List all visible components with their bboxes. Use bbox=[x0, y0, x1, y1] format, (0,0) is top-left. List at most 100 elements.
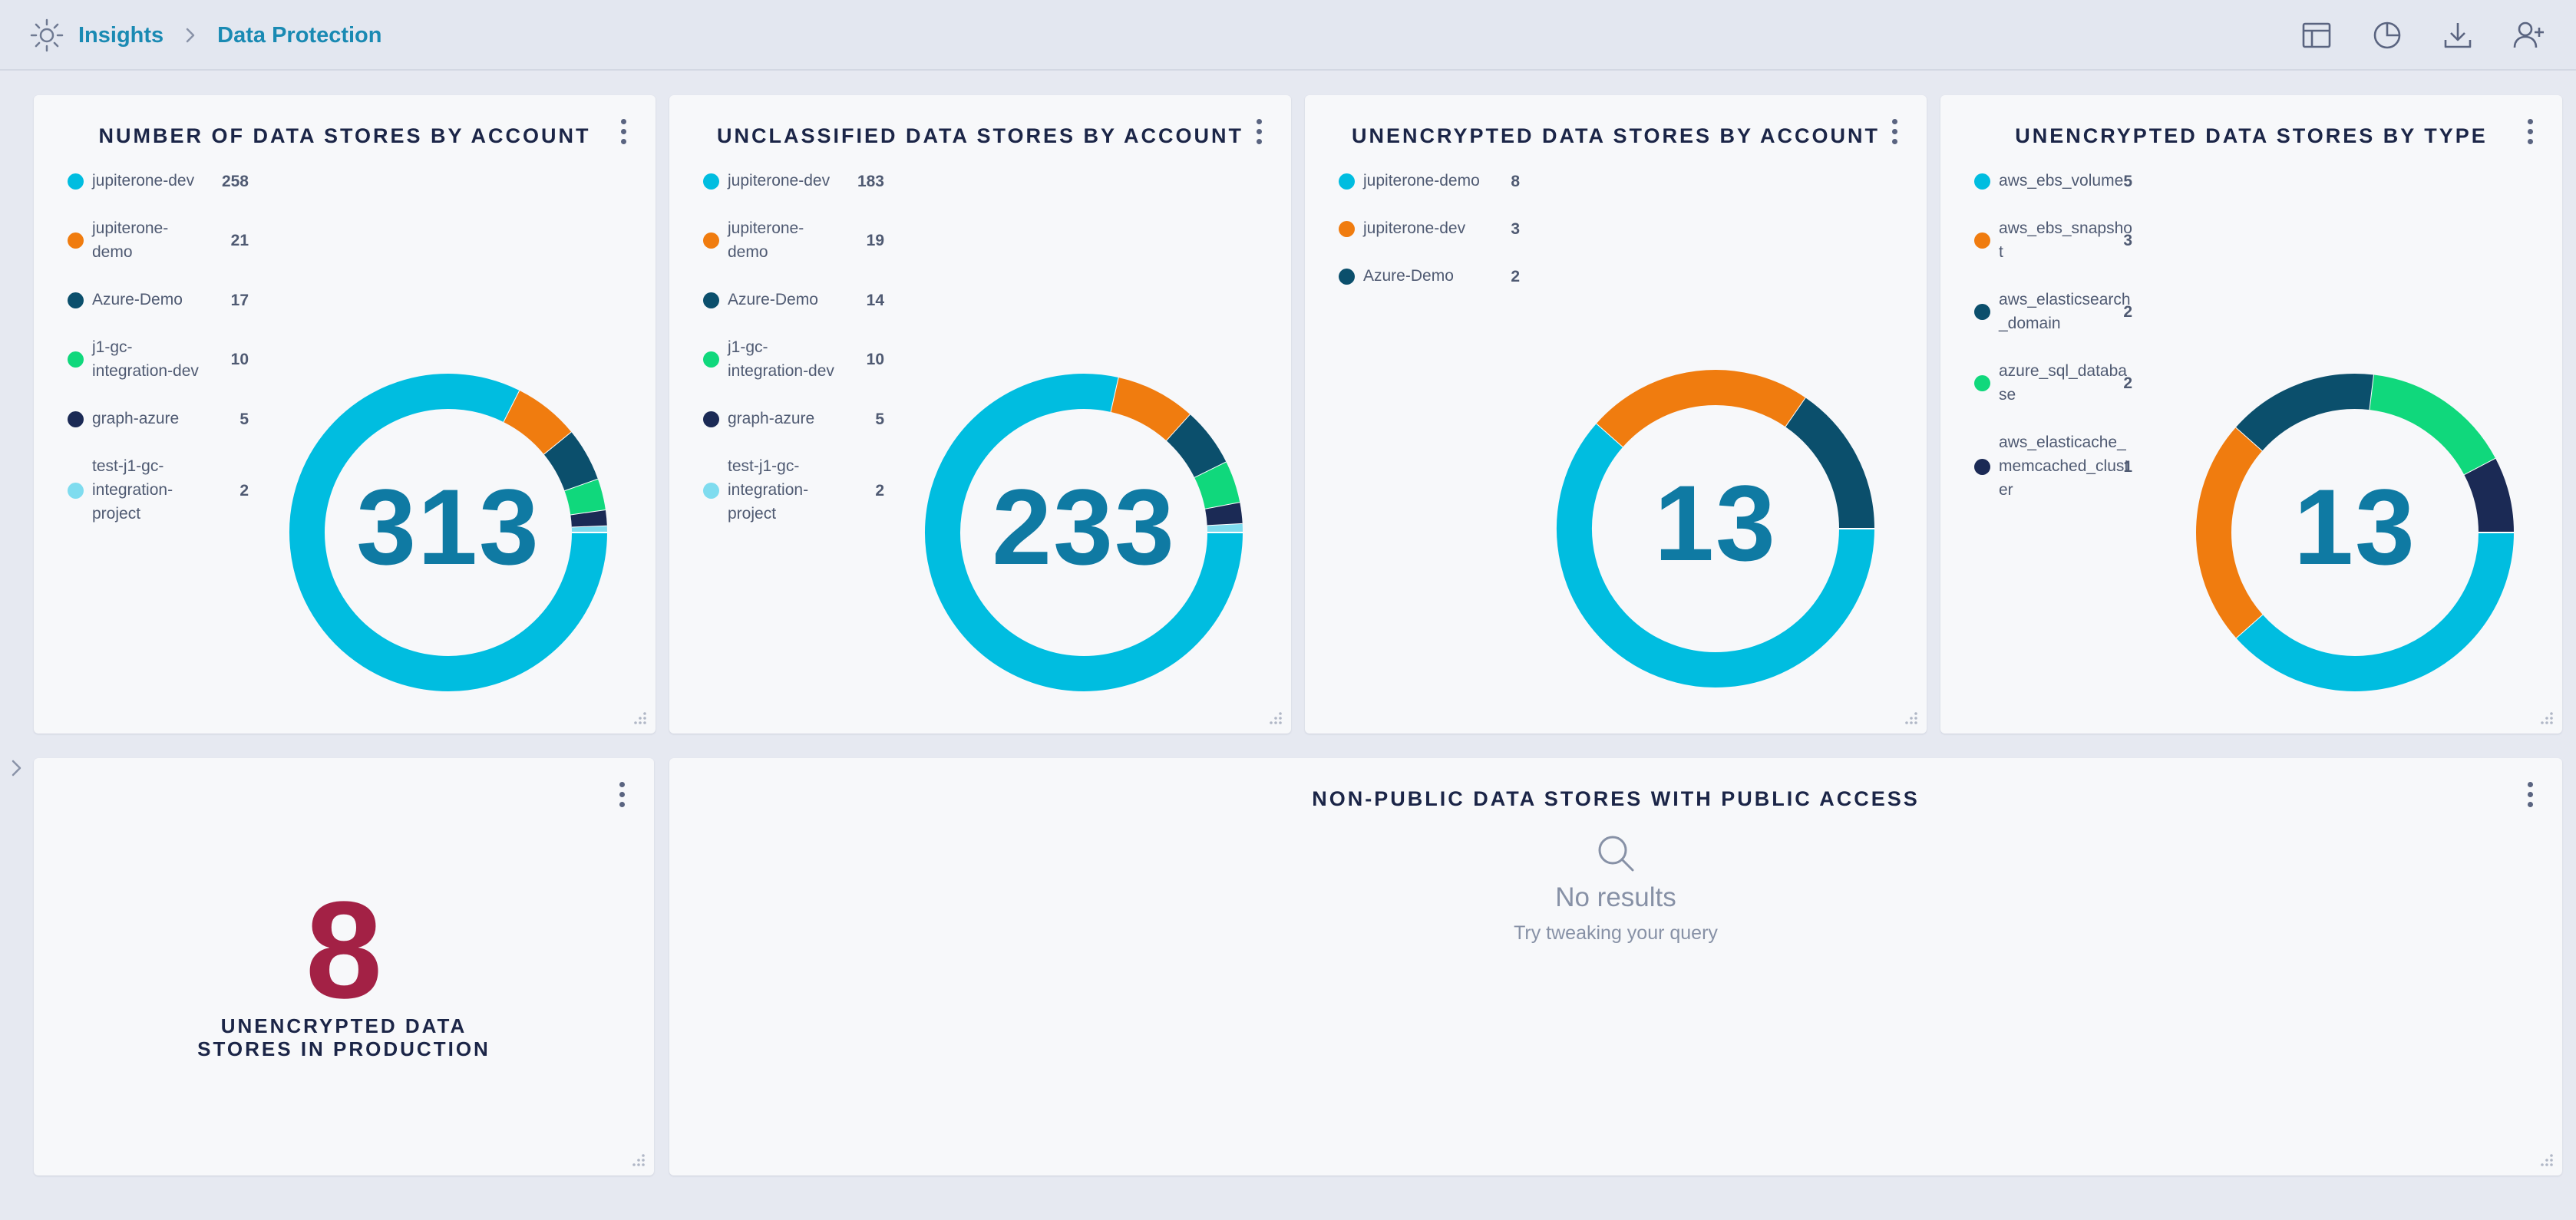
widget-menu-button[interactable] bbox=[2522, 780, 2538, 810]
donut-widget: NUMBER OF DATA STORES BY ACCOUNT jupitero… bbox=[34, 95, 656, 734]
public-access-widget: NON-PUBLIC DATA STORES WITH PUBLIC ACCES… bbox=[669, 758, 2562, 1175]
legend-value: 183 bbox=[857, 172, 884, 190]
legend-label: jupiterone-dev bbox=[728, 172, 831, 190]
legend-value: 10 bbox=[866, 351, 884, 368]
legend-color-swatch bbox=[1974, 232, 1990, 249]
legend-color-swatch bbox=[68, 351, 84, 368]
widget-title: NUMBER OF DATA STORES BY ACCOUNT bbox=[98, 124, 591, 147]
resize-handle-icon[interactable] bbox=[1904, 711, 1919, 726]
legend-color-swatch bbox=[1339, 268, 1355, 285]
widget-menu-button[interactable] bbox=[2522, 117, 2538, 147]
legend-value: 14 bbox=[866, 291, 884, 309]
legend-value: 2 bbox=[1511, 267, 1520, 285]
legend-value: 5 bbox=[875, 410, 884, 428]
resize-handle-icon[interactable] bbox=[1268, 711, 1283, 726]
legend-color-swatch bbox=[1974, 173, 1990, 190]
no-results-subtitle: Try tweaking your query bbox=[1514, 922, 1718, 944]
legend-label: project bbox=[92, 505, 141, 523]
toolbar bbox=[2300, 0, 2545, 71]
layout-button[interactable] bbox=[2300, 18, 2333, 52]
production-count: 8 bbox=[305, 873, 383, 1027]
legend-value: 5 bbox=[239, 410, 249, 428]
widget-title: UNENCRYPTED DATA STORES BY ACCOUNT bbox=[1351, 124, 1881, 147]
donut-slice[interactable] bbox=[1110, 378, 1191, 441]
legend-label: jupiterone- bbox=[92, 219, 169, 237]
donut-slice[interactable] bbox=[503, 391, 572, 455]
legend-value: 258 bbox=[221, 172, 249, 190]
donut-slice[interactable] bbox=[1597, 370, 1806, 447]
legend-label: integration- bbox=[92, 481, 173, 499]
widget-menu-button[interactable] bbox=[614, 780, 629, 810]
chevron-right-icon bbox=[186, 28, 195, 43]
legend-label: test-j1-gc- bbox=[728, 457, 800, 475]
legend-label: jupiterone-demo bbox=[1363, 172, 1480, 190]
donut-slice[interactable] bbox=[2369, 374, 2496, 476]
breadcrumb: Insights Data Protection bbox=[29, 0, 382, 71]
resize-handle-icon[interactable] bbox=[2539, 711, 2555, 726]
widget-menu-button[interactable] bbox=[616, 117, 631, 147]
legend-label: Azure-Demo bbox=[1363, 267, 1454, 285]
legend-label: j1-gc- bbox=[92, 338, 133, 356]
donut-widget: UNENCRYPTED DATA STORES BY TYPE aws_ebs_v… bbox=[1940, 95, 2562, 734]
legend-label: aws_elasticache_ bbox=[1999, 434, 2126, 451]
legend-label: project bbox=[728, 505, 777, 523]
donut-widget: UNCLASSIFIED DATA STORES BY ACCOUNT jupit… bbox=[669, 95, 1291, 734]
legend-color-swatch bbox=[68, 292, 84, 308]
donut-slice[interactable] bbox=[1166, 414, 1227, 479]
search-icon bbox=[1598, 836, 1634, 872]
legend-value: 2 bbox=[2123, 303, 2132, 321]
legend-label: graph-azure bbox=[92, 410, 180, 427]
legend-label: integration-dev bbox=[728, 362, 834, 380]
legend-value: 3 bbox=[2123, 232, 2132, 249]
legend-value: 1 bbox=[2123, 457, 2132, 476]
legend-color-swatch bbox=[703, 351, 719, 368]
legend-color-swatch bbox=[703, 411, 719, 427]
legend-color-swatch bbox=[68, 411, 84, 427]
widget-title: NON-PUBLIC DATA STORES WITH PUBLIC ACCES… bbox=[1312, 787, 1920, 810]
legend-label: se bbox=[1999, 386, 2016, 404]
legend-label: graph-azure bbox=[728, 410, 815, 427]
legend-value: 19 bbox=[866, 232, 884, 249]
production-label-line1: UNENCRYPTED DATA bbox=[220, 1014, 467, 1037]
legend-color-swatch bbox=[68, 232, 84, 249]
widget-menu-button[interactable] bbox=[1251, 117, 1267, 147]
widget-title: UNCLASSIFIED DATA STORES BY ACCOUNT bbox=[716, 124, 1244, 147]
legend-value: 2 bbox=[2123, 374, 2132, 392]
legend-color-swatch bbox=[703, 173, 719, 190]
legend-value: 8 bbox=[1511, 172, 1520, 190]
legend-value: 2 bbox=[239, 481, 249, 500]
legend-color-swatch bbox=[68, 173, 84, 190]
expand-sidebar-icon[interactable] bbox=[8, 757, 26, 780]
widget-title: UNENCRYPTED DATA STORES BY TYPE bbox=[2015, 124, 2488, 147]
resize-handle-icon[interactable] bbox=[631, 1152, 646, 1168]
share-button[interactable] bbox=[2512, 18, 2545, 52]
layout-icon bbox=[2302, 22, 2331, 48]
legend-value: 17 bbox=[230, 291, 249, 309]
breadcrumb-current-page: Data Protection bbox=[217, 22, 382, 48]
legend-color-swatch bbox=[1339, 173, 1355, 190]
add-chart-button[interactable] bbox=[2370, 18, 2404, 52]
legend-value: 2 bbox=[875, 481, 884, 500]
resize-handle-icon[interactable] bbox=[632, 711, 648, 726]
top-bar: Insights Data Protection bbox=[0, 0, 2576, 71]
breadcrumb-insights-link[interactable]: Insights bbox=[78, 23, 163, 48]
legend-label: integration-dev bbox=[92, 362, 199, 380]
widget-menu-button[interactable] bbox=[1887, 117, 1902, 147]
donut-total: 233 bbox=[992, 467, 1176, 587]
donut-total: 313 bbox=[356, 467, 540, 587]
legend-color-swatch bbox=[703, 482, 719, 499]
legend-label: Azure-Demo bbox=[728, 291, 818, 308]
legend-color-swatch bbox=[1974, 375, 1990, 391]
donut-slice[interactable] bbox=[2236, 374, 2374, 451]
download-button[interactable] bbox=[2441, 18, 2475, 52]
download-icon bbox=[2444, 23, 2472, 48]
legend-label: er bbox=[1999, 481, 2013, 499]
legend-color-swatch bbox=[703, 232, 719, 249]
resize-handle-icon[interactable] bbox=[2539, 1152, 2555, 1168]
pie-chart-icon bbox=[2373, 21, 2401, 49]
legend-label: Azure-Demo bbox=[92, 291, 183, 308]
legend-label: jupiterone- bbox=[728, 219, 804, 237]
add-user-icon bbox=[2513, 21, 2544, 48]
no-results-title: No results bbox=[1555, 882, 1676, 912]
legend-label: _domain bbox=[1999, 315, 2061, 332]
